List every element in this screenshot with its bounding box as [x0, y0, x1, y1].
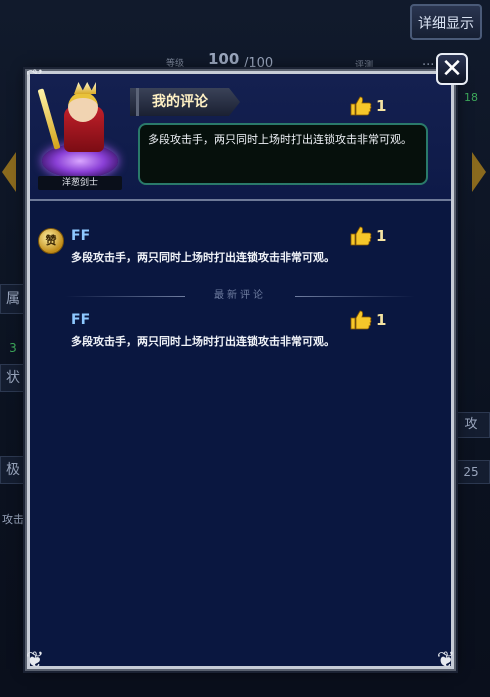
- side-right-enemy-count: 25: [452, 460, 490, 484]
- character-name: 洋葱剑士: [38, 176, 122, 190]
- ornament-corner-icon: ❦: [25, 648, 45, 673]
- detail-display-button[interactable]: 详细显示: [410, 4, 482, 40]
- thumbs-up-icon: [350, 96, 372, 116]
- comment-dialog: ❦ ❦ ❦ ❦ 洋葱剑士 我的评论 1 多段攻击手，两只同时上场时打出连锁攻击非…: [25, 66, 456, 673]
- my-comment-text[interactable]: 多段攻击手，两只同时上场时打出连锁攻击非常可观。: [138, 123, 428, 185]
- side-right-attack[interactable]: 攻: [452, 412, 490, 438]
- latest-comments-label: 最新评论: [214, 290, 266, 301]
- side-tab-attribute[interactable]: 属: [0, 284, 26, 314]
- top-comment-like[interactable]: 1: [350, 226, 386, 246]
- my-comment-like-count: 1: [376, 97, 387, 115]
- side-number: 3: [9, 341, 17, 355]
- sword-icon: [37, 88, 61, 150]
- comment-user-name[interactable]: FF: [71, 228, 90, 244]
- my-comment-section: 洋葱剑士 我的评论 1 多段攻击手，两只同时上场时打出连锁攻击非常可观。: [30, 74, 451, 201]
- praise-badge-icon: 赞: [38, 228, 64, 254]
- side-tab-status[interactable]: 状: [0, 364, 26, 392]
- prev-arrow-icon[interactable]: [2, 152, 16, 192]
- next-arrow-icon[interactable]: [472, 152, 486, 192]
- character-avatar[interactable]: 洋葱剑士: [37, 82, 122, 190]
- level-value: 100: [208, 50, 240, 68]
- my-comment-tab: 我的评论: [130, 88, 240, 116]
- ornament-corner-icon: ❦: [436, 648, 456, 673]
- close-button[interactable]: ✕: [436, 53, 468, 85]
- thumbs-up-icon: [350, 226, 372, 246]
- evaluation-label: 评测: [355, 61, 374, 71]
- thumbs-up-icon: [350, 310, 372, 330]
- level-label: 等级: [166, 59, 185, 69]
- comment-text: 多段攻击手，两只同时上场时打出连锁攻击非常可观。: [71, 335, 335, 348]
- character-head: [68, 92, 98, 122]
- comment-like-count: 1: [376, 311, 387, 329]
- comment-text: 多段攻击手，两只同时上场时打出连锁攻击非常可观。: [71, 251, 335, 264]
- side-attack-label: 攻击: [2, 513, 24, 526]
- close-icon: ✕: [441, 54, 463, 84]
- my-comment-like[interactable]: 1: [350, 96, 386, 116]
- top-comment-like-count: 1: [376, 227, 387, 245]
- level-max: /100: [244, 56, 274, 71]
- comment-like[interactable]: 1: [350, 310, 386, 330]
- crown-icon: [74, 82, 96, 94]
- comment-user-name[interactable]: FF: [71, 312, 90, 328]
- side-tab-limit[interactable]: 极: [0, 456, 26, 484]
- latest-comments-divider: 最新评论: [65, 289, 415, 303]
